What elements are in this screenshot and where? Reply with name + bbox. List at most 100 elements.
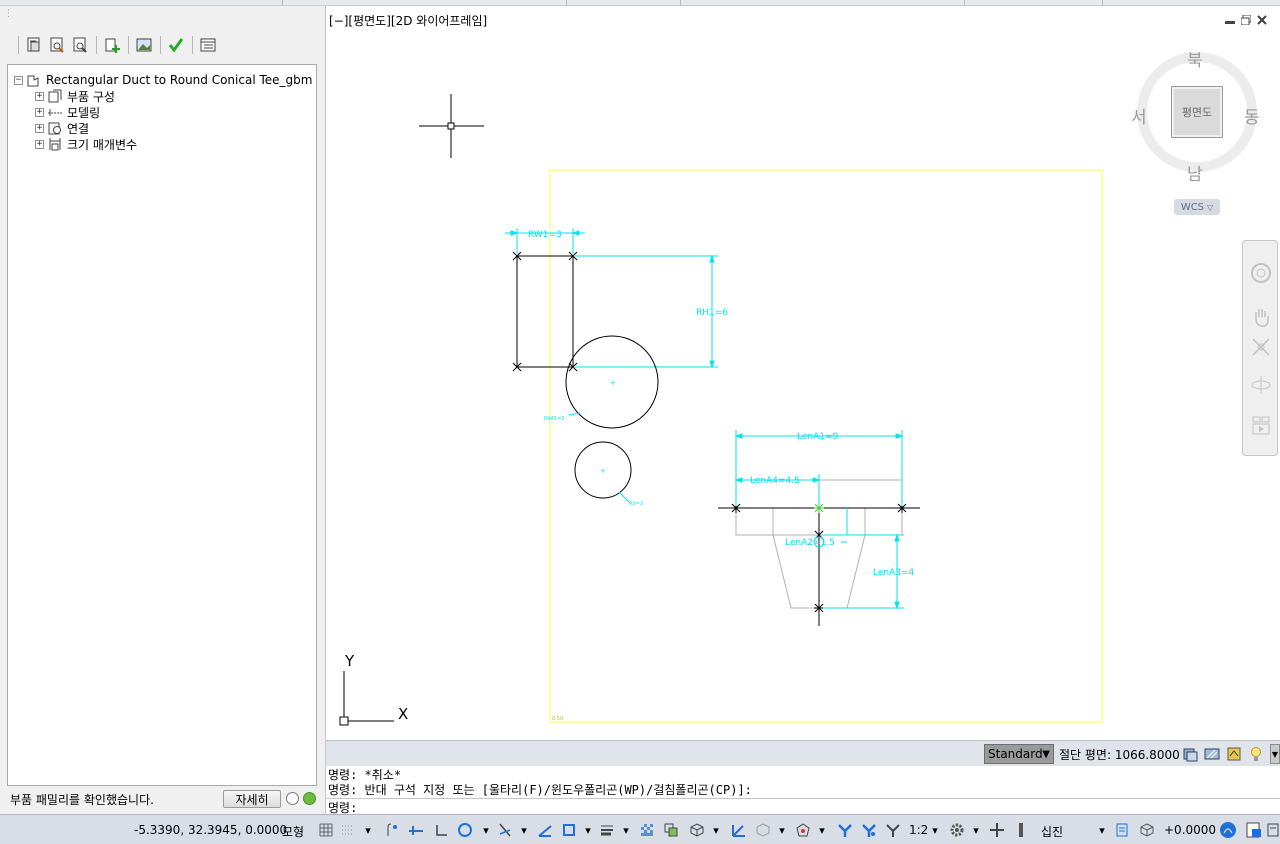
units-value[interactable]: 십진 [1041,823,1063,840]
isodraft-icon[interactable] [496,821,514,839]
annotation-scale-value[interactable]: 1:2 [909,823,928,837]
tree-item-size-params[interactable]: + 크기 매개변수 [35,136,137,152]
wcs-menu[interactable]: WCS ▽ [1174,199,1220,215]
toolbar-separator [192,36,193,54]
auto-scale-icon[interactable] [860,821,878,839]
edit-params-icon[interactable] [46,34,68,56]
viewcube-top-face[interactable]: 평면도 [1171,86,1223,138]
compass-south[interactable]: 남 [1187,160,1203,185]
chevron-down-icon[interactable]: ▾ [620,821,632,839]
status-overflow-arrow[interactable]: ▼ [1270,744,1280,764]
grid-icon[interactable] [318,821,334,839]
style-dropdown[interactable]: Standard ▼ [984,744,1054,764]
display-config-icon[interactable] [1180,744,1200,764]
connection-icon [47,120,63,136]
command-history-line: 명령: *취소* [328,768,402,782]
family-tree: − Rectangular Duct to Round Conical Tee_… [7,64,317,786]
ortho-icon[interactable] [434,821,450,839]
object-snap-tracking-icon[interactable] [536,821,554,839]
chevron-down-icon[interactable]: ▾ [582,821,594,839]
tree-root[interactable]: − Rectangular Duct to Round Conical Tee_… [14,72,312,88]
command-input[interactable]: 명령: [326,798,1280,815]
snap-icon[interactable] [340,821,356,839]
selection-filter-icon[interactable] [754,821,772,839]
viewport-status-bar: Standard ▼ 절단 평면: 1066.8000 ▼ [326,740,1280,766]
dim-rh1-text: RH1=6 [696,308,728,318]
rect-grips [512,251,578,372]
annotation-scale-icon[interactable] [884,821,902,839]
command-window[interactable]: 명령: *취소* 명령: 반대 구석 지정 또는 [울타리(F)/윈도우폴리곤(… [326,766,1280,815]
chevron-down-icon[interactable]: ▾ [710,821,722,839]
modeling-icon [47,104,63,120]
cursor-coordinates[interactable]: -5.3390, 32.3945, 0.0000 [134,823,287,837]
pan-hand-icon[interactable] [1249,305,1273,329]
compass-west[interactable]: 서 [1131,103,1147,128]
isolate-objects-icon[interactable] [1244,821,1264,839]
tree-item-label: 모델링 [67,105,101,120]
size-params-icon [47,136,63,152]
polar-tracking-icon[interactable] [456,821,474,839]
annotation-visibility-icon[interactable] [1224,744,1244,764]
model-space-button[interactable]: 모형 [282,823,304,840]
table-icon[interactable] [197,34,219,56]
steering-wheel-icon[interactable] [1249,261,1273,285]
orbit-icon[interactable] [1249,373,1273,397]
toolbar-separator [18,36,19,54]
expand-icon[interactable]: + [35,91,44,101]
tree-item-part-config[interactable]: + 부품 구성 [35,88,115,104]
chevron-down-icon[interactable]: ▾ [970,821,982,839]
3d-object-snap-icon[interactable] [688,821,706,839]
annotation-monitor-icon[interactable] [988,821,1006,839]
cut-plane-readout[interactable]: 절단 평면: 1066.8000 [1059,746,1180,763]
transparency-icon[interactable] [638,821,656,839]
selection-cycling-icon[interactable] [662,821,680,839]
compass-east[interactable]: 동 [1244,103,1260,128]
compass-north[interactable]: 북 [1187,46,1203,71]
details-button[interactable]: 자세히 [223,790,281,808]
chevron-down-icon[interactable]: ▾ [776,821,788,839]
chevron-down-icon[interactable]: ▾ [362,821,374,839]
tree-item-connection[interactable]: + 연결 [35,120,89,136]
elevation-icon[interactable] [1138,821,1156,839]
image-icon[interactable] [133,34,155,56]
panel-grip[interactable]: ⋮ [4,10,13,22]
dim-lena4-text: LenA4=4.5 [750,476,800,486]
family-properties-icon[interactable] [23,34,45,56]
zoom-extents-icon[interactable] [1249,335,1273,359]
validate-check-icon[interactable] [165,34,187,56]
chevron-down-icon[interactable]: ▾ [518,821,530,839]
hardware-acceleration-icon[interactable] [1218,821,1238,839]
isolate-lightbulb-icon[interactable] [1246,744,1266,764]
panel-status-line: 부품 패밀리를 확인했습니다. 자세히 [7,788,319,810]
duct-fitting-icon [26,72,42,88]
expand-icon[interactable]: + [35,123,44,133]
surface-hatch-icon[interactable] [1202,744,1222,764]
object-snap-icon[interactable] [560,821,578,839]
drawing-viewport[interactable]: [−][평면도][2D 와이어프레임] 0.50 RW1=3 RH1=6 + R… [326,6,1280,740]
chevron-down-icon[interactable]: ▾ [929,821,941,839]
infer-constraints-icon[interactable] [384,821,400,839]
chevron-down-icon: ▽ [1207,202,1214,212]
toolbar-separator [96,36,97,54]
check-params-icon[interactable] [69,34,91,56]
dynamic-input-icon[interactable] [406,821,426,839]
lineweight-icon[interactable] [598,821,616,839]
annotation-visibility-icon[interactable] [836,821,854,839]
dynamic-ucs-icon[interactable] [730,821,748,839]
quick-properties-icon[interactable] [1114,821,1130,839]
units-bar-icon [1016,821,1026,839]
expand-icon[interactable]: + [35,107,44,117]
tree-item-modeling[interactable]: + 모델링 [35,104,100,120]
add-part-icon[interactable] [101,34,123,56]
chevron-down-icon[interactable]: ▾ [480,821,492,839]
style-dropdown-value: Standard [988,747,1043,761]
gizmo-icon[interactable] [794,821,812,839]
workspace-gear-icon[interactable] [948,821,966,839]
expand-icon[interactable]: + [35,139,44,149]
chevron-down-icon[interactable]: ▾ [816,821,828,839]
collapse-icon[interactable]: − [14,75,23,85]
showmotion-icon[interactable] [1249,413,1273,437]
elevation-value[interactable]: +0.0000 [1164,823,1216,837]
chevron-down-icon[interactable]: ▾ [1096,821,1108,839]
customize-icon[interactable] [1266,821,1280,839]
